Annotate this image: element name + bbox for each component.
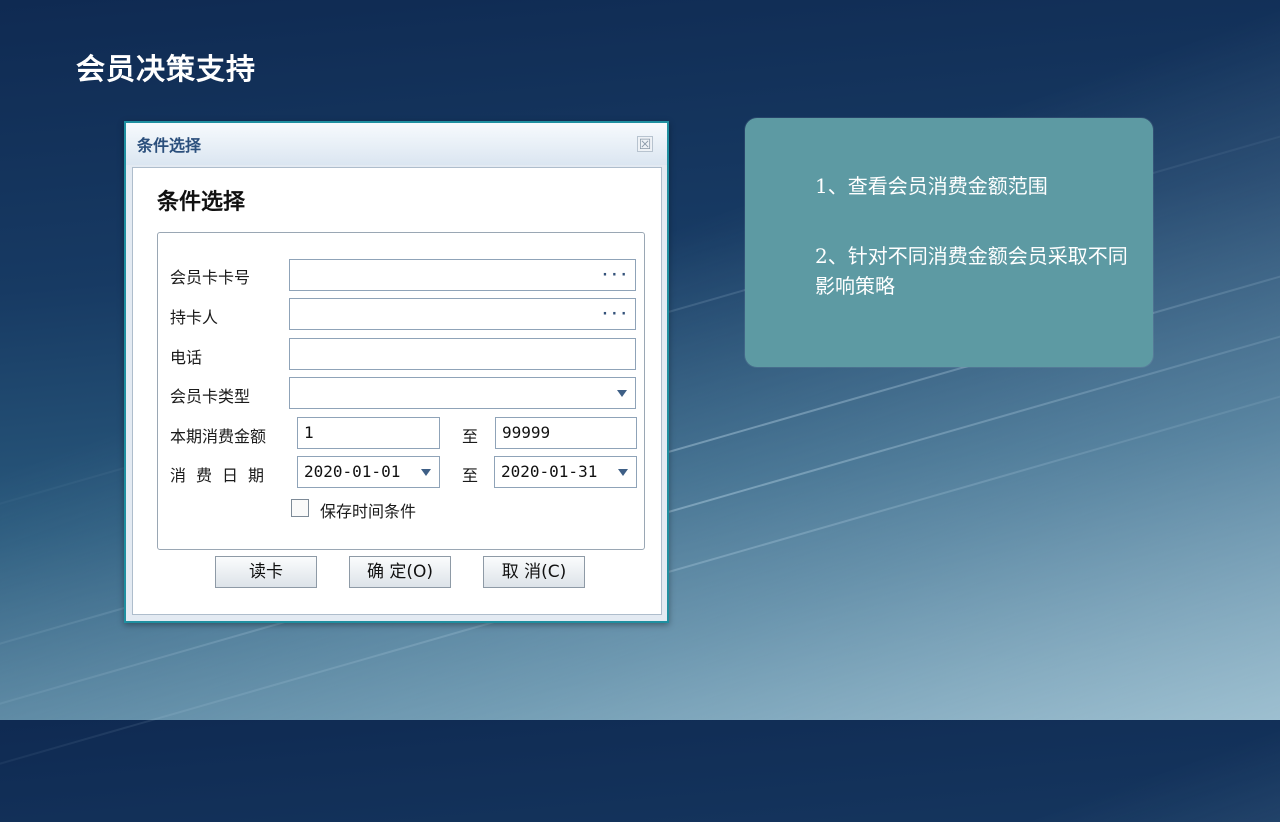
card-number-label: 会员卡卡号	[170, 268, 251, 287]
amount-to-input[interactable]: 99999	[495, 417, 637, 449]
chevron-down-icon[interactable]	[617, 390, 627, 397]
amount-to-label: 至	[462, 427, 479, 446]
dialog-heading: 条件选择	[157, 190, 246, 215]
dialog-titlebar[interactable]: 条件选择 ☒	[126, 123, 667, 165]
amount-from-input[interactable]: 1	[297, 417, 440, 449]
save-time-label: 保存时间条件	[320, 502, 417, 521]
condition-group: 会员卡卡号 ··· 持卡人 ··· 电话 会员卡类型 本期消费金额 1 至 99…	[157, 232, 645, 550]
holder-browse-icon[interactable]: ···	[601, 299, 629, 329]
card-type-select[interactable]	[289, 377, 636, 409]
save-time-checkbox[interactable]	[291, 499, 309, 517]
slide-title: 会员决策支持	[76, 52, 257, 86]
info-point-1: 1、查看会员消费金额范围	[815, 174, 1048, 198]
date-label: 消费日期	[170, 466, 275, 485]
date-to-label: 至	[462, 466, 479, 485]
date-from-value: 2020-01-01	[304, 462, 401, 481]
cancel-button[interactable]: 取 消(C)	[483, 556, 585, 588]
phone-label: 电话	[170, 348, 203, 367]
dialog-body: 条件选择 会员卡卡号 ··· 持卡人 ··· 电话 会员卡类型 本期消费金额 1…	[132, 167, 662, 615]
chevron-down-icon[interactable]	[421, 469, 431, 476]
info-point-2: 2、针对不同消费金额会员采取不同影响策略	[815, 244, 1128, 298]
holder-label: 持卡人	[170, 308, 219, 327]
amount-label: 本期消费金额	[170, 427, 267, 446]
card-number-input[interactable]: ···	[289, 259, 636, 291]
read-card-button[interactable]: 读卡	[215, 556, 317, 588]
ok-button[interactable]: 确 定(O)	[349, 556, 451, 588]
close-icon[interactable]: ☒	[637, 136, 653, 153]
date-to-value: 2020-01-31	[501, 462, 598, 481]
date-to-picker[interactable]: 2020-01-31	[494, 456, 637, 488]
dialog-window-title: 条件选择	[137, 136, 202, 155]
card-number-browse-icon[interactable]: ···	[601, 260, 629, 290]
date-from-picker[interactable]: 2020-01-01	[297, 456, 440, 488]
chevron-down-icon[interactable]	[618, 469, 628, 476]
condition-dialog: 条件选择 ☒ 条件选择 会员卡卡号 ··· 持卡人 ··· 电话 会员卡类型 本…	[124, 121, 669, 623]
card-type-label: 会员卡类型	[170, 387, 251, 406]
phone-input[interactable]	[289, 338, 636, 370]
info-panel: 1、查看会员消费金额范围 2、针对不同消费金额会员采取不同影响策略	[745, 118, 1153, 367]
holder-input[interactable]: ···	[289, 298, 636, 330]
